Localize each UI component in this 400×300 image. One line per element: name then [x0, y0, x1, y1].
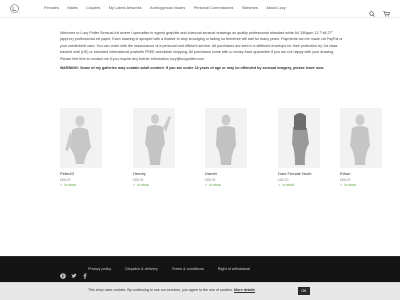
twitter-icon[interactable]	[71, 266, 77, 278]
product-image[interactable]	[278, 108, 320, 168]
cookie-text: This shop uses cookies. By continuing to…	[88, 288, 234, 292]
menu-item-latest-artworks[interactable]: My Latest Artworks	[109, 5, 142, 10]
stock-status: ✓ In stock	[133, 183, 175, 187]
main-menu: Females Males Couples My Latest Artworks…	[44, 5, 294, 10]
footer-link-terms-conditions[interactable]: Terms & conditions	[172, 267, 204, 271]
footer-link-right-of-withdrawal[interactable]: Right of withdrawal	[218, 267, 250, 271]
product-image[interactable]	[133, 108, 175, 168]
cart-icon[interactable]	[383, 4, 390, 22]
header-actions	[361, 4, 390, 22]
check-icon: ✓	[278, 182, 282, 187]
product-card[interactable]: Darren £85.00 ✓ In stock	[205, 108, 247, 187]
adult-content-warning: WARNING: Some of my galleries may contai…	[60, 66, 325, 71]
stock-status: ✓ In stock	[205, 183, 247, 187]
stock-label: In stock	[209, 182, 222, 187]
product-name[interactable]: Dark Female Nude	[278, 171, 320, 176]
footer-link-privacy-policy[interactable]: Privacy policy	[88, 267, 111, 271]
stock-label: In stock	[64, 182, 77, 187]
pinterest-icon[interactable]	[60, 266, 66, 279]
product-grid: Peter#3 £85.00 ✓ In stock Hendry £85.00 ✓…	[60, 108, 382, 198]
product-name[interactable]: Ethan	[340, 171, 382, 176]
top-navigation: Females Males Couples My Latest Artworks…	[0, 0, 400, 18]
search-icon[interactable]	[369, 4, 375, 22]
menu-item-females[interactable]: Females	[44, 5, 59, 10]
stock-status: ✓ In stock	[60, 183, 102, 187]
product-price: £85.00	[340, 177, 351, 182]
stock-status: ✓ In stock	[278, 183, 320, 187]
cookie-more-details-link[interactable]: More details	[234, 288, 255, 292]
cookie-banner: This shop uses cookies. By continuing to…	[0, 282, 400, 300]
menu-item-about-lucy[interactable]: About Lucy	[266, 5, 285, 10]
check-icon: ✓	[340, 182, 344, 187]
check-icon: ✓	[205, 182, 209, 187]
product-name[interactable]: Hendry	[133, 171, 175, 176]
product-image[interactable]	[340, 108, 382, 168]
menu-item-males[interactable]: Males	[67, 5, 77, 10]
stock-label: In stock	[282, 182, 295, 187]
product-price: £85.00	[205, 177, 216, 182]
product-card[interactable]: Peter#3 £85.00 ✓ In stock	[60, 108, 102, 187]
product-image[interactable]	[205, 108, 247, 168]
footer-link-dispatch-delivery[interactable]: Dispatch & delivery	[125, 267, 158, 271]
footer-links: Privacy policy Dispatch & delivery Terms…	[88, 267, 264, 271]
menu-item-personal-commissions[interactable]: Personal Commissions	[194, 5, 234, 10]
site-logo-icon[interactable]	[10, 4, 19, 13]
product-price: £85.00	[278, 177, 289, 182]
product-card[interactable]: Ethan £85.00 ✓ In stock	[340, 108, 382, 187]
intro-paragraph: Welcome to Lucy Potter Sensual Art where…	[60, 31, 343, 61]
check-icon: ✓	[133, 182, 137, 187]
product-image[interactable]	[60, 108, 102, 168]
stock-label: In stock	[344, 182, 357, 187]
cookie-message: This shop uses cookies. By continuing to…	[88, 288, 255, 292]
menu-item-androgynous-nudes[interactable]: Androgynous Nudes	[150, 5, 185, 10]
product-name[interactable]: Darren	[205, 171, 247, 176]
product-price: £85.00	[133, 177, 144, 182]
check-icon: ✓	[60, 182, 64, 187]
product-card[interactable]: Hendry £85.00 ✓ In stock	[133, 108, 175, 187]
cookie-ok-button[interactable]: OK	[298, 286, 310, 295]
product-name[interactable]: Peter#3	[60, 171, 102, 176]
menu-item-sketches[interactable]: Sketches	[242, 5, 258, 10]
stock-status: ✓ In stock	[340, 183, 382, 187]
stock-label: In stock	[137, 182, 150, 187]
product-price: £85.00	[60, 177, 71, 182]
menu-item-couples[interactable]: Couples	[86, 5, 100, 10]
product-card[interactable]: Dark Female Nude £85.00 ✓ In stock	[278, 108, 320, 187]
intro-text: Welcome to Lucy Potter Sensual Art where…	[60, 30, 344, 71]
